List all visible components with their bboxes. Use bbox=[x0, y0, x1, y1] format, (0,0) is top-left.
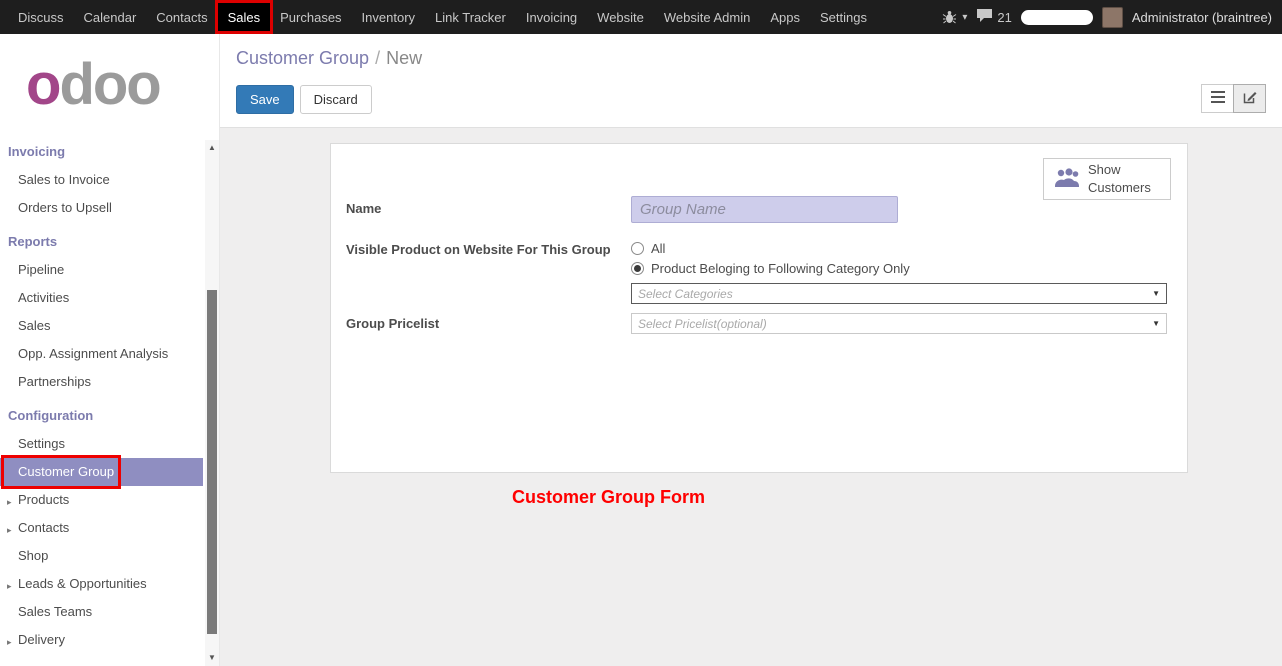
top-navbar: Discuss Calendar Contacts Sales Purchase… bbox=[0, 0, 1282, 34]
name-field-row: Name bbox=[346, 196, 1167, 223]
pricelist-field-row: Group Pricelist Select Pricelist(optiona… bbox=[346, 313, 1167, 334]
sidebar-item-sales-report[interactable]: Sales bbox=[0, 312, 203, 340]
discard-button[interactable]: Discard bbox=[300, 85, 372, 114]
radio-option-all[interactable]: All bbox=[631, 241, 1167, 256]
sidebar-item-leads-opportunities[interactable]: ▸ Leads & Opportunities bbox=[0, 570, 203, 598]
nav-item-website[interactable]: Website bbox=[587, 3, 654, 31]
breadcrumb: Customer Group / New bbox=[236, 48, 1266, 69]
edit-form-icon bbox=[1243, 90, 1257, 107]
pricelist-label: Group Pricelist bbox=[346, 313, 631, 334]
form-fields: Name Visible Product on Website For This… bbox=[346, 196, 1167, 334]
nav-item-inventory[interactable]: Inventory bbox=[352, 3, 425, 31]
breadcrumb-separator: / bbox=[375, 48, 380, 68]
breadcrumb-customer-group[interactable]: Customer Group bbox=[236, 48, 369, 68]
main-area: Customer Group / New Save Discard bbox=[220, 34, 1282, 666]
sidebar-item-activities[interactable]: Activities bbox=[0, 284, 203, 312]
sidebar-item-partnerships[interactable]: Partnerships bbox=[0, 368, 203, 396]
categories-placeholder: Select Categories bbox=[638, 287, 733, 301]
main-menu: Discuss Calendar Contacts Sales Purchase… bbox=[0, 0, 877, 34]
sidebar-item-pipeline[interactable]: Pipeline bbox=[0, 256, 203, 284]
expand-arrow-icon: ▸ bbox=[7, 634, 12, 650]
chevron-down-icon: ▼ bbox=[1152, 319, 1160, 328]
categories-select[interactable]: Select Categories ▼ bbox=[631, 283, 1167, 304]
nav-item-website-admin[interactable]: Website Admin bbox=[654, 3, 760, 31]
sidebar-item-label: Delivery bbox=[18, 632, 65, 647]
nav-item-link-tracker[interactable]: Link Tracker bbox=[425, 3, 516, 31]
sidebar-item-label: Products bbox=[18, 492, 69, 507]
form-card: Show Customers Name Visible Product on W… bbox=[330, 143, 1188, 473]
caret-down-icon[interactable]: ▾ bbox=[962, 12, 967, 23]
show-customers-label: Show Customers bbox=[1088, 161, 1160, 196]
section-title-configuration: Configuration bbox=[0, 396, 203, 430]
customers-group-icon bbox=[1054, 168, 1080, 191]
chevron-down-icon: ▼ bbox=[1152, 289, 1160, 298]
topbar-right: ▾ 21 Administrator (braintree) bbox=[942, 7, 1282, 28]
message-count: 21 bbox=[997, 10, 1011, 25]
nav-item-contacts[interactable]: Contacts bbox=[146, 3, 217, 31]
breadcrumb-current: New bbox=[386, 48, 422, 68]
odoo-logo[interactable]: odoo bbox=[0, 34, 219, 122]
radio-selected-icon bbox=[631, 262, 644, 275]
scroll-down-icon[interactable]: ▼ bbox=[205, 652, 219, 664]
sidebar-item-settings[interactable]: Settings bbox=[0, 430, 203, 458]
scroll-up-icon[interactable]: ▲ bbox=[205, 142, 219, 154]
radio-option-category-only[interactable]: Product Beloging to Following Category O… bbox=[631, 261, 1167, 276]
status-pill[interactable] bbox=[1021, 10, 1093, 25]
sidebar-item-delivery[interactable]: ▸ Delivery bbox=[0, 626, 203, 654]
avatar[interactable] bbox=[1102, 7, 1123, 28]
view-switcher bbox=[1201, 84, 1266, 113]
nav-item-sales[interactable]: Sales bbox=[218, 3, 271, 31]
nav-item-discuss[interactable]: Discuss bbox=[8, 3, 74, 31]
nav-item-purchases[interactable]: Purchases bbox=[270, 3, 351, 31]
pricelist-placeholder: Select Pricelist(optional) bbox=[638, 317, 767, 331]
content-area: Show Customers Name Visible Product on W… bbox=[220, 128, 1282, 666]
nav-item-settings[interactable]: Settings bbox=[810, 3, 877, 31]
visibility-label: Visible Product on Website For This Grou… bbox=[346, 241, 631, 304]
chat-bubble-icon bbox=[976, 8, 993, 26]
control-panel: Customer Group / New Save Discard bbox=[220, 34, 1282, 128]
sidebar-item-label: Customer Group bbox=[18, 464, 114, 479]
expand-arrow-icon: ▸ bbox=[7, 494, 12, 510]
sidebar-item-contacts[interactable]: ▸ Contacts bbox=[0, 514, 203, 542]
radio-option-label: All bbox=[651, 241, 665, 256]
logo-letter-o: o bbox=[26, 52, 59, 117]
sidebar-item-opp-assignment-analysis[interactable]: Opp. Assignment Analysis bbox=[0, 340, 203, 368]
control-buttons: Save Discard bbox=[236, 85, 1266, 114]
list-icon bbox=[1211, 91, 1225, 106]
radio-circle-icon bbox=[631, 242, 644, 255]
sidebar-item-orders-to-upsell[interactable]: Orders to Upsell bbox=[0, 194, 203, 222]
sidebar: odoo Invoicing Sales to Invoice Orders t… bbox=[0, 34, 220, 666]
user-menu[interactable]: Administrator (braintree) bbox=[1132, 10, 1272, 25]
sidebar-item-products[interactable]: ▸ Products bbox=[0, 486, 203, 514]
nav-item-calendar[interactable]: Calendar bbox=[74, 3, 147, 31]
visibility-field-row: Visible Product on Website For This Grou… bbox=[346, 241, 1167, 304]
sidebar-scrollbar[interactable]: ▲ ▼ bbox=[205, 140, 219, 666]
sidebar-item-shop[interactable]: Shop bbox=[0, 542, 203, 570]
messages-button[interactable]: 21 bbox=[976, 8, 1011, 26]
group-name-input[interactable] bbox=[631, 196, 898, 223]
list-view-button[interactable] bbox=[1201, 84, 1234, 113]
radio-option-label: Product Beloging to Following Category O… bbox=[651, 261, 910, 276]
sidebar-item-customer-group[interactable]: Customer Group bbox=[0, 458, 203, 486]
expand-arrow-icon: ▸ bbox=[7, 578, 12, 594]
form-view-button[interactable] bbox=[1233, 84, 1266, 113]
save-button[interactable]: Save bbox=[236, 85, 294, 114]
logo-letters: doo bbox=[59, 52, 159, 117]
nav-item-invoicing[interactable]: Invoicing bbox=[516, 3, 587, 31]
nav-item-apps[interactable]: Apps bbox=[760, 3, 810, 31]
sidebar-item-label: Contacts bbox=[18, 520, 69, 535]
name-label: Name bbox=[346, 196, 631, 223]
annotation-caption: Customer Group Form bbox=[512, 487, 1282, 508]
bug-icon[interactable] bbox=[942, 10, 957, 24]
pricelist-select[interactable]: Select Pricelist(optional) ▼ bbox=[631, 313, 1167, 334]
sidebar-item-label: Leads & Opportunities bbox=[18, 576, 147, 591]
expand-arrow-icon: ▸ bbox=[7, 522, 12, 538]
section-title-reports: Reports bbox=[0, 222, 203, 256]
show-customers-button[interactable]: Show Customers bbox=[1043, 158, 1171, 200]
section-title-invoicing: Invoicing bbox=[0, 132, 203, 166]
scrollbar-thumb[interactable] bbox=[207, 290, 217, 634]
sidebar-nav: Invoicing Sales to Invoice Orders to Ups… bbox=[0, 122, 219, 654]
sidebar-item-sales-to-invoice[interactable]: Sales to Invoice bbox=[0, 166, 203, 194]
sidebar-item-sales-teams[interactable]: Sales Teams bbox=[0, 598, 203, 626]
